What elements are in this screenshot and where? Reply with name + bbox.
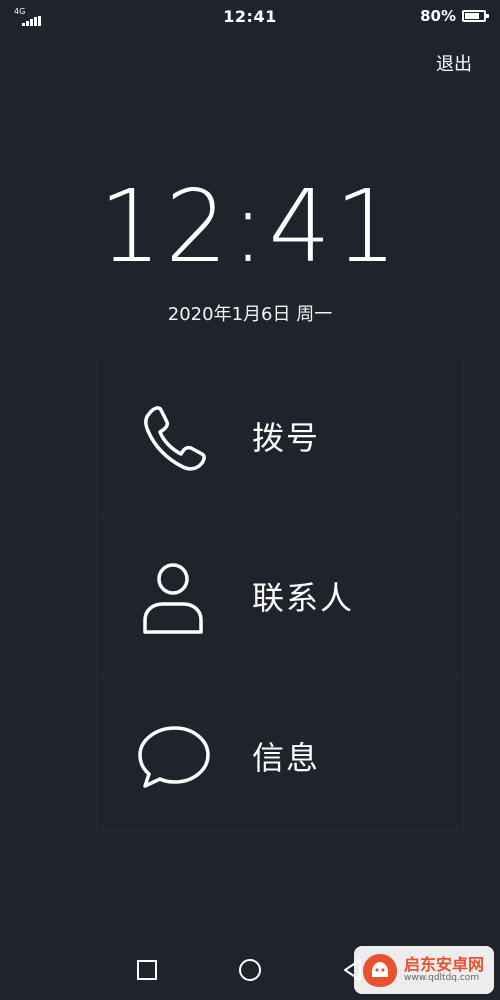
- battery-percent: 80%: [420, 7, 456, 25]
- watermark-logo-icon: [363, 954, 397, 987]
- phone-icon: [144, 406, 206, 471]
- watermark-title: 启东安卓网: [404, 955, 485, 975]
- menu-item-dial[interactable]: 拨号: [97, 355, 463, 515]
- big-clock: 12:41: [5, 172, 495, 282]
- menu-panel: 拨号 联系人 信息: [96, 354, 464, 832]
- date-label: 2020年1月6日 周一: [167, 304, 333, 325]
- watermark-url: www.qdltdq.com: [404, 972, 480, 983]
- exit-button[interactable]: 退出: [436, 50, 472, 76]
- clock-time: 12:41: [98, 168, 402, 285]
- menu-label-messages: 信息: [252, 739, 321, 777]
- status-bar: 4G 12:41 80%: [0, 0, 500, 36]
- menu-label-dial: 拨号: [252, 419, 321, 457]
- menu-item-messages[interactable]: 信息: [97, 675, 463, 831]
- battery-indicator: 80%: [420, 7, 489, 25]
- lock-screen: 4G 12:41 80% 退出 12:41 2020年1月6日 周一 拨号 联系…: [0, 0, 500, 1000]
- circle-icon[interactable]: [235, 955, 265, 985]
- watermark-badge: 启东安卓网 www.qdltdq.com: [354, 946, 494, 994]
- message-icon: [138, 726, 210, 788]
- menu-label-contacts: 联系人: [252, 579, 355, 617]
- menu-item-contacts[interactable]: 联系人: [97, 515, 463, 675]
- person-icon: [143, 563, 203, 634]
- square-icon[interactable]: [132, 955, 162, 985]
- battery-icon: [462, 10, 489, 22]
